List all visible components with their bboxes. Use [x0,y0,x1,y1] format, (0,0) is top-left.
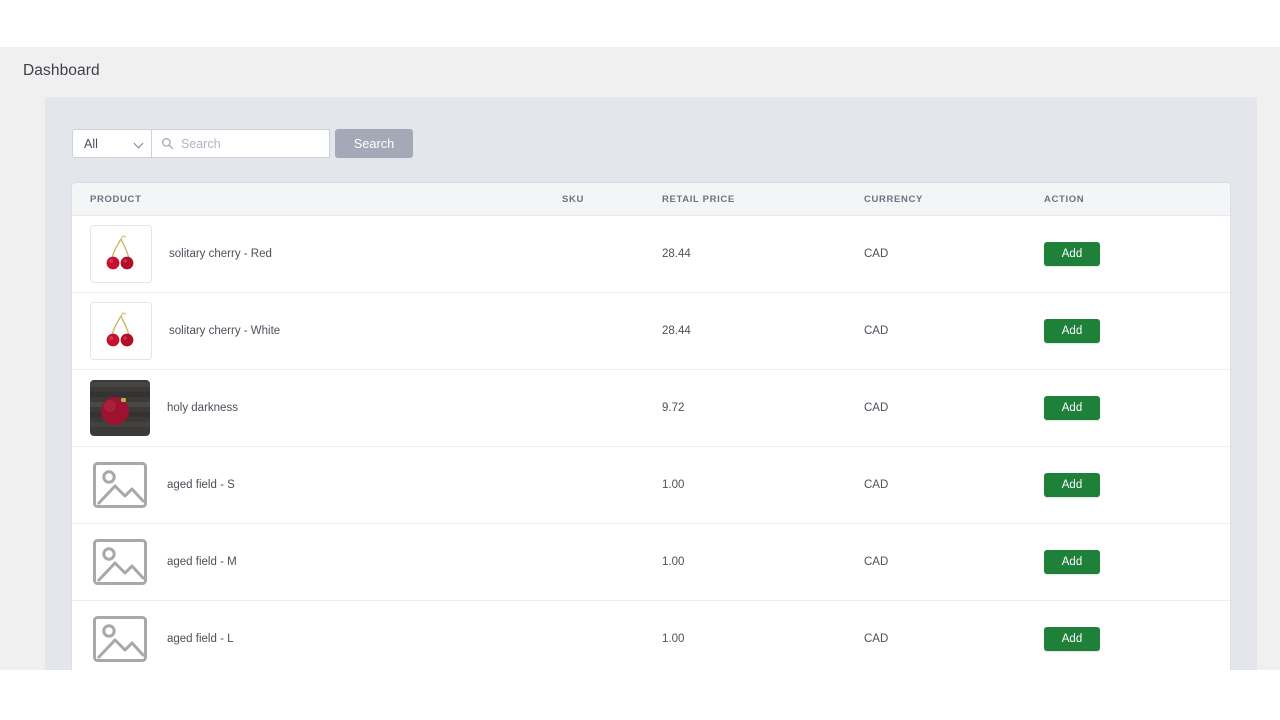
chevron-down-icon [135,139,144,148]
currency-cell: CAD [864,325,889,337]
cherries-image [90,225,152,283]
table-body: solitary cherry - Red 28.44 CAD Add solitary… [72,216,1230,677]
action-cell: Add [1044,550,1224,574]
product-name: solitary cherry - Red [169,248,272,260]
product-name: holy darkness [167,402,238,414]
product-cell: holy darkness [72,380,562,436]
action-cell: Add [1044,319,1224,343]
add-button[interactable]: Add [1044,627,1100,651]
browser-top-strip [0,0,1280,47]
add-button[interactable]: Add [1044,319,1100,343]
action-cell: Add [1044,242,1224,266]
add-button[interactable]: Add [1044,242,1100,266]
action-cell: Add [1044,396,1224,420]
table-header-row: PRODUCT SKU RETAIL PRICE CURRENCY ACTION [72,183,1230,216]
column-header-action: ACTION [1044,193,1085,205]
add-button[interactable]: Add [1044,550,1100,574]
retail-price-cell: 1.00 [662,556,685,568]
image-placeholder-icon [90,457,150,513]
retail-price-cell: 1.00 [662,633,685,645]
currency-cell: CAD [864,556,889,568]
search-toolbar: All Search [72,129,413,158]
table-row: aged field - S 1.00 CAD Add [72,447,1230,524]
add-button[interactable]: Add [1044,473,1100,497]
category-select[interactable]: All [72,129,152,158]
product-name: aged field - L [167,633,234,645]
product-name: aged field - M [167,556,237,568]
retail-price-cell: 1.00 [662,479,685,491]
column-header-sku: SKU [562,193,585,205]
main-content-panel: All Search PRODUCT SKU RETAIL PRICE CURR… [45,97,1257,677]
table-row: aged field - L 1.00 CAD Add [72,601,1230,677]
currency-cell: CAD [864,479,889,491]
product-cell: solitary cherry - Red [72,225,562,283]
category-select-value: All [84,136,98,151]
column-header-product: PRODUCT [90,193,142,205]
column-header-retail-price: RETAIL PRICE [662,193,735,205]
action-cell: Add [1044,627,1224,651]
image-placeholder-icon [90,534,150,590]
page-bottom-area [0,670,1280,720]
left-gutter [0,97,45,670]
currency-cell: CAD [864,633,889,645]
currency-cell: CAD [864,402,889,414]
retail-price-cell: 28.44 [662,248,691,260]
app-header-bar [0,47,1280,97]
action-cell: Add [1044,473,1224,497]
column-header-currency: CURRENCY [864,193,924,205]
page-title: Dashboard [23,62,100,79]
product-cell: aged field - M [72,534,562,590]
retail-price-cell: 28.44 [662,325,691,337]
table-row: holy darkness 9.72 CAD Add [72,370,1230,447]
cherries-image [90,302,152,360]
retail-price-cell: 9.72 [662,402,685,414]
table-row: aged field - M 1.00 CAD Add [72,524,1230,601]
product-name: aged field - S [167,479,235,491]
search-input[interactable] [181,136,321,151]
product-cell: aged field - L [72,611,562,667]
currency-cell: CAD [864,248,889,260]
add-button[interactable]: Add [1044,396,1100,420]
product-cell: aged field - S [72,457,562,513]
search-icon [161,137,174,150]
right-gutter [1257,97,1280,670]
products-table: PRODUCT SKU RETAIL PRICE CURRENCY ACTION… [72,183,1230,677]
product-cell: solitary cherry - White [72,302,562,360]
image-placeholder-icon [90,611,150,667]
product-name: solitary cherry - White [169,325,281,337]
table-row: solitary cherry - Red 28.44 CAD Add [72,216,1230,293]
search-button[interactable]: Search [335,129,413,158]
red-ornament-on-wood-image [90,380,150,436]
table-row: solitary cherry - White 28.44 CAD Add [72,293,1230,370]
search-input-wrapper[interactable] [152,129,330,158]
